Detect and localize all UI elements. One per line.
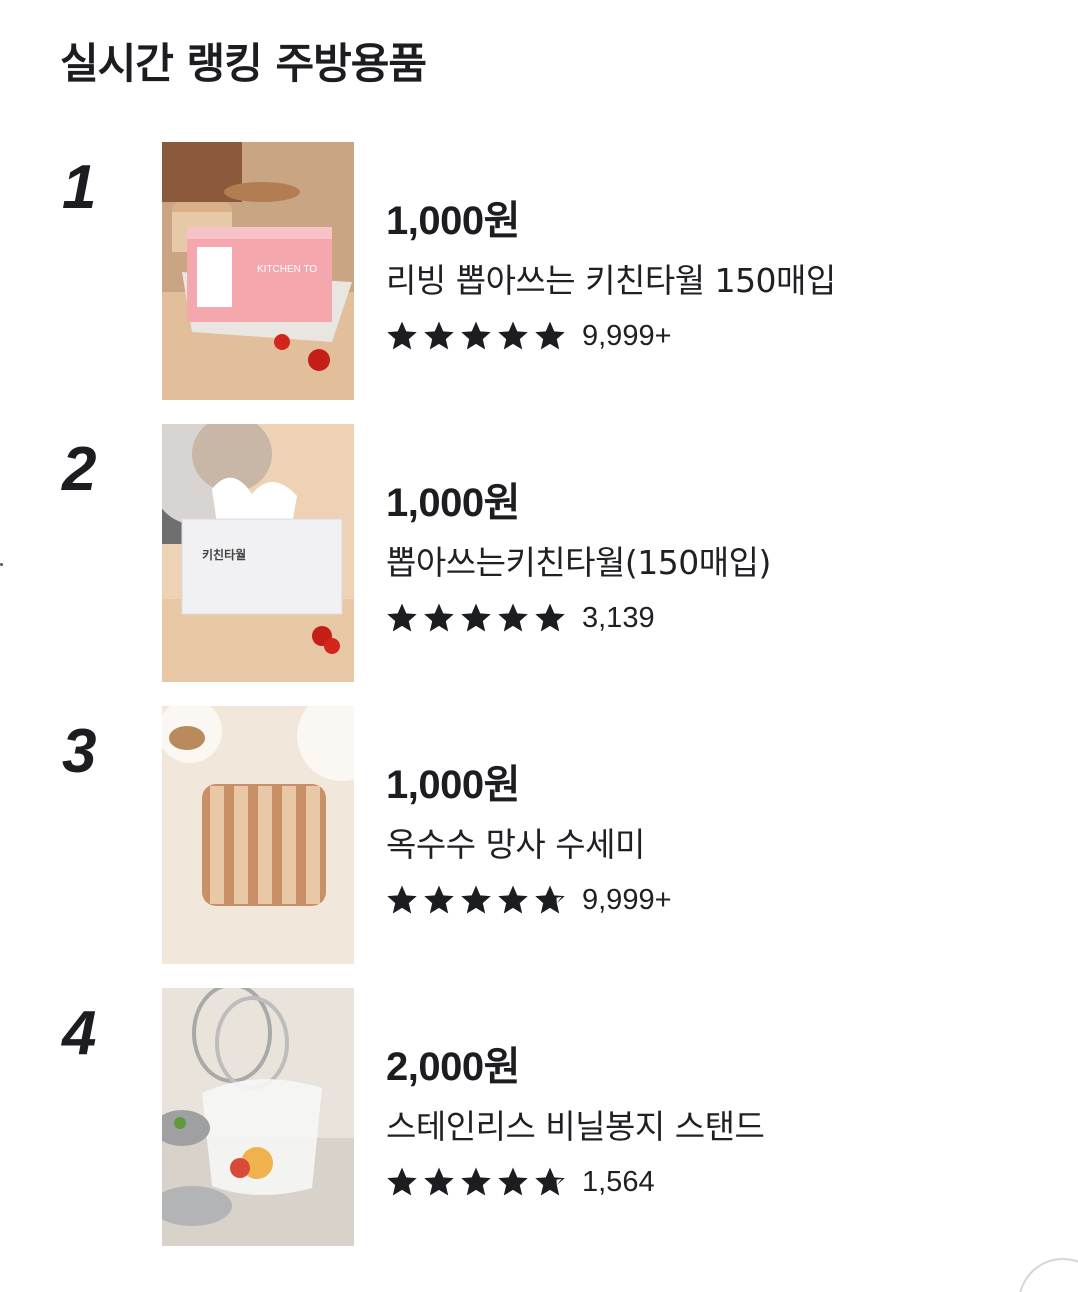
- product-name[interactable]: 리빙 뽑아쓰는 키친타월 150매입: [386, 254, 836, 302]
- rating-row: 9,999+: [384, 318, 672, 354]
- rank-number: 4: [62, 999, 97, 1068]
- rank-number: 2: [62, 435, 97, 504]
- product-image-kitchen-towel-white[interactable]: 키친타월: [162, 424, 354, 682]
- star-icon: [387, 885, 417, 914]
- product-name[interactable]: 뽑아쓰는키친타월(150매입): [386, 536, 771, 584]
- product-image-mesh-scrubber[interactable]: [162, 706, 354, 964]
- rank-number: 1: [62, 153, 97, 222]
- product-image-stainless-bag-stand[interactable]: [162, 988, 354, 1246]
- page-title: 실시간 랭킹 주방용품: [60, 39, 427, 88]
- star-icon: [535, 603, 565, 632]
- star-half-icon: [535, 1167, 565, 1196]
- star-icon: [424, 603, 454, 632]
- rating-row: 9,999+: [384, 882, 672, 918]
- star-icon: [424, 1167, 454, 1196]
- product-image-kitchen-towel-pink[interactable]: KITCHEN TO: [162, 142, 354, 400]
- ranking-item[interactable]: 3 1,000원 옥수수 망사 수세미 9,999+: [0, 706, 1078, 964]
- star-icon: [424, 885, 454, 914]
- star-icon: [498, 885, 528, 914]
- product-price: 1,000원: [386, 763, 520, 807]
- review-count: 9,999+: [582, 883, 672, 916]
- svg-text:키친타월: 키친타월: [202, 547, 246, 562]
- product-price: 1,000원: [386, 199, 520, 243]
- star-icon: [387, 1167, 417, 1196]
- review-count: 3,139: [582, 601, 655, 634]
- review-count: 1,564: [582, 1165, 655, 1198]
- star-icon: [498, 603, 528, 632]
- star-icon: [498, 1167, 528, 1196]
- product-name[interactable]: 옥수수 망사 수세미: [386, 818, 645, 866]
- edge-marker: [0, 563, 3, 566]
- star-icon: [461, 603, 491, 632]
- star-icon: [424, 321, 454, 350]
- star-rating: [384, 1165, 568, 1199]
- review-count: 9,999+: [582, 319, 672, 352]
- ranking-item[interactable]: 4 2,000원 스테인리스 비닐봉지 스탠드 1,564: [0, 988, 1078, 1246]
- star-icon: [461, 885, 491, 914]
- product-price: 2,000원: [386, 1045, 520, 1089]
- rating-row: 3,139: [384, 600, 655, 636]
- rank-number: 3: [62, 717, 97, 786]
- star-rating: [384, 319, 568, 353]
- star-icon: [387, 321, 417, 350]
- scroll-top-button-edge[interactable]: [1018, 1258, 1078, 1292]
- rating-row: 1,564: [384, 1164, 655, 1200]
- star-rating: [384, 883, 568, 917]
- star-icon: [461, 321, 491, 350]
- star-half-icon: [535, 885, 565, 914]
- star-icon: [461, 1167, 491, 1196]
- star-icon: [535, 321, 565, 350]
- product-price: 1,000원: [386, 481, 520, 525]
- ranking-item[interactable]: 2 키친타월 1,000원 뽑아쓰는키친타월(150매입) 3,139: [0, 424, 1078, 682]
- svg-text:KITCHEN TO: KITCHEN TO: [257, 264, 317, 275]
- ranking-item[interactable]: 1 KITCHEN TO 1,000원 리빙 뽑아쓰는 키친타월 150매입 9…: [0, 142, 1078, 400]
- star-icon: [387, 603, 417, 632]
- product-name[interactable]: 스테인리스 비닐봉지 스탠드: [386, 1100, 765, 1148]
- star-rating: [384, 601, 568, 635]
- star-icon: [498, 321, 528, 350]
